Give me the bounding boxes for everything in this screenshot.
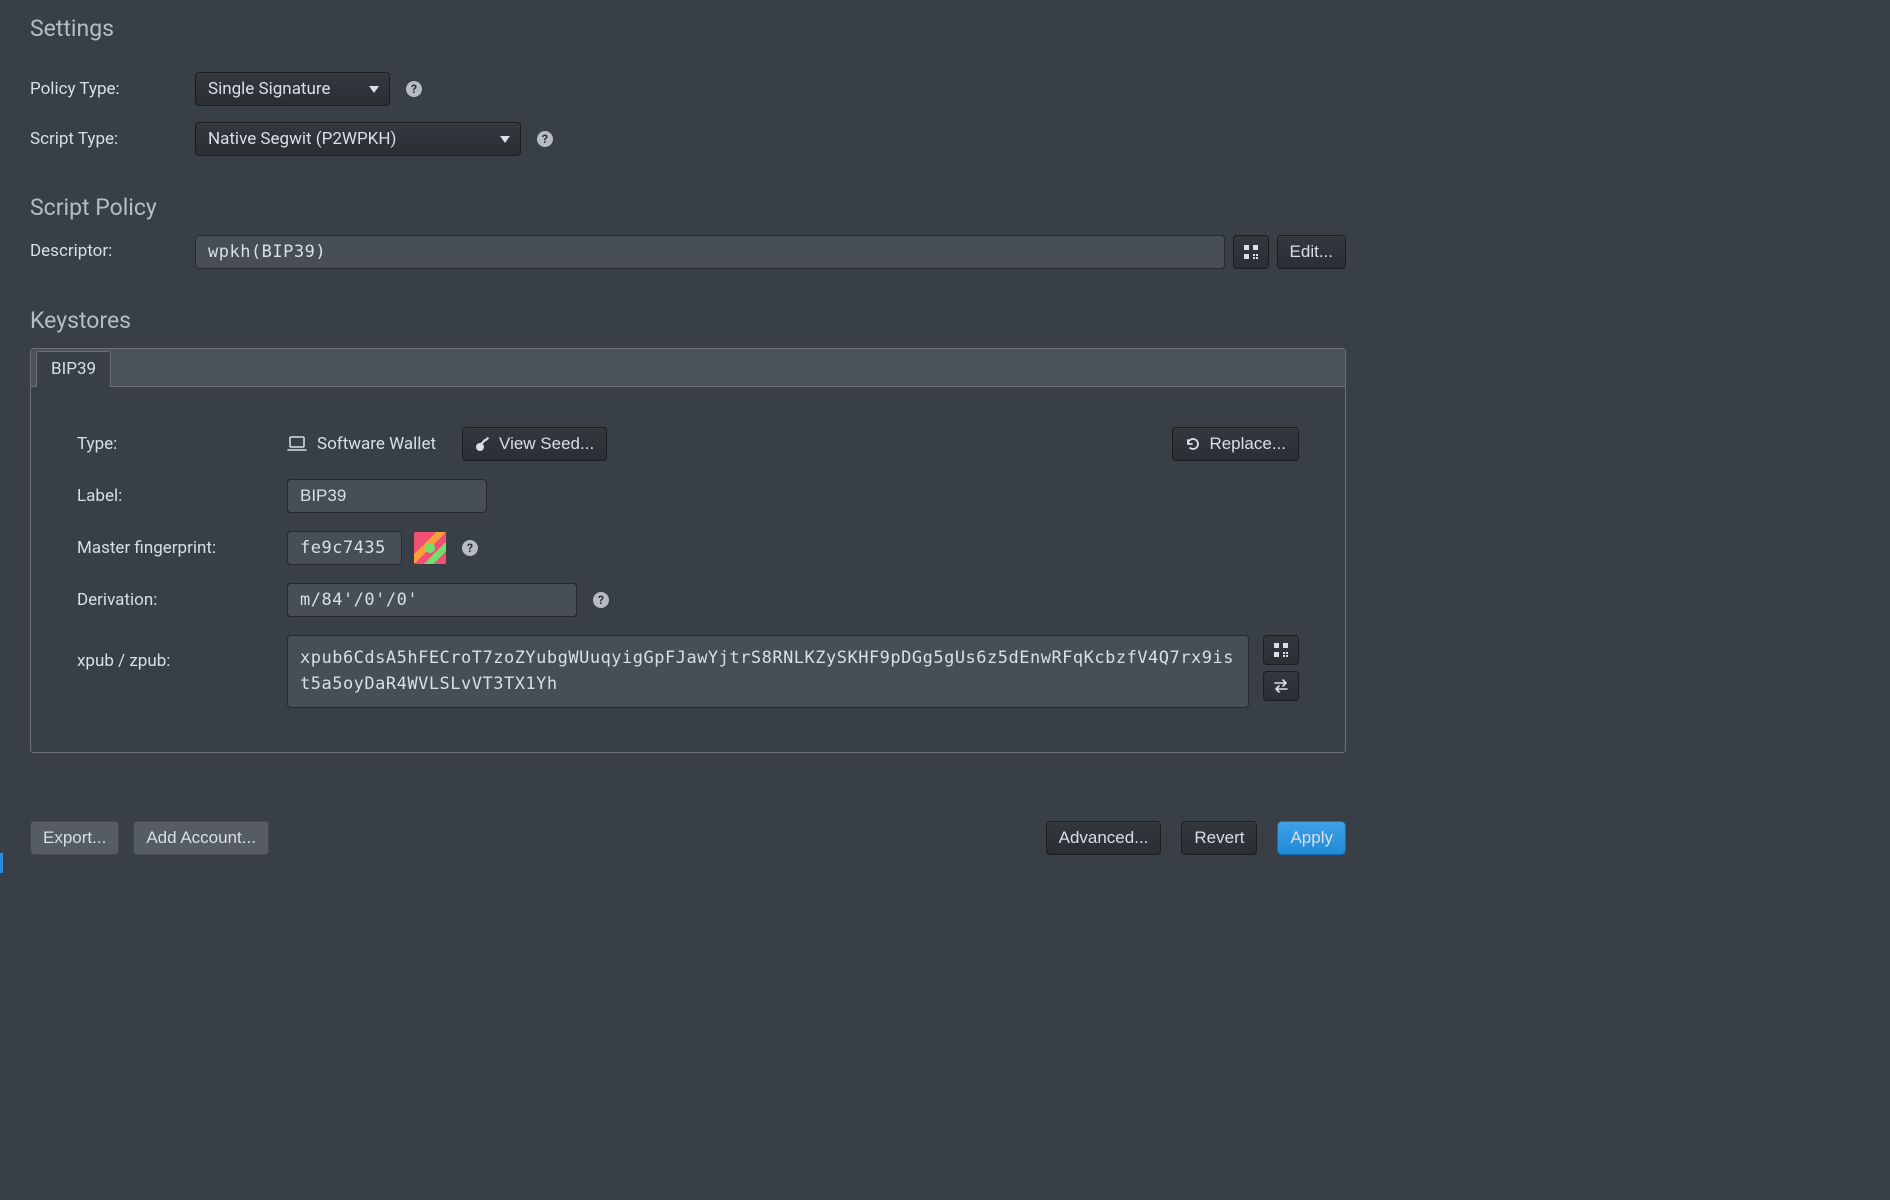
key-icon bbox=[475, 436, 491, 452]
derivation-help-icon[interactable]: ? bbox=[593, 592, 609, 608]
xpub-qr-button[interactable] bbox=[1263, 635, 1299, 665]
policy-type-label: Policy Type: bbox=[30, 79, 195, 99]
keystores-heading: Keystores bbox=[30, 307, 1346, 334]
policy-type-help-icon[interactable]: ? bbox=[406, 81, 422, 97]
fingerprint-help-icon[interactable]: ? bbox=[462, 540, 478, 556]
script-policy-heading: Script Policy bbox=[30, 194, 1346, 221]
keystore-label-input[interactable] bbox=[287, 479, 487, 513]
keystore-type-value: Software Wallet bbox=[317, 434, 436, 454]
script-type-help-icon[interactable]: ? bbox=[537, 131, 553, 147]
xpub-swap-button[interactable] bbox=[1263, 671, 1299, 701]
keystore-type-label: Type: bbox=[77, 434, 287, 454]
keystore-tab-bip39[interactable]: BIP39 bbox=[36, 351, 111, 387]
xpub-field[interactable]: xpub6CdsA5hFECroT7zoZYubgWUuqyigGpFJawYj… bbox=[287, 635, 1249, 708]
revert-button[interactable]: Revert bbox=[1181, 821, 1257, 855]
sidebar-accent bbox=[0, 853, 3, 873]
export-button[interactable]: Export... bbox=[30, 821, 119, 855]
view-seed-label: View Seed... bbox=[499, 434, 594, 454]
export-label: Export... bbox=[43, 828, 106, 848]
settings-heading: Settings bbox=[30, 15, 1346, 42]
replace-button[interactable]: Replace... bbox=[1172, 427, 1299, 461]
tab-label: BIP39 bbox=[51, 359, 96, 379]
fingerprint-label: Master fingerprint: bbox=[77, 538, 287, 558]
derivation-label: Derivation: bbox=[77, 590, 287, 610]
chevron-down-icon bbox=[500, 136, 510, 143]
chevron-down-icon bbox=[369, 86, 379, 93]
fingerprint-value: fe9c7435 bbox=[300, 538, 386, 558]
descriptor-edit-button[interactable]: Edit... bbox=[1277, 235, 1346, 269]
advanced-button[interactable]: Advanced... bbox=[1046, 821, 1162, 855]
script-type-value: Native Segwit (P2WPKH) bbox=[208, 129, 396, 149]
swap-icon bbox=[1273, 679, 1289, 693]
keystore-label-label: Label: bbox=[77, 486, 287, 506]
advanced-label: Advanced... bbox=[1059, 828, 1149, 848]
descriptor-qr-button[interactable] bbox=[1233, 235, 1269, 269]
policy-type-value: Single Signature bbox=[208, 79, 331, 99]
apply-label: Apply bbox=[1290, 828, 1333, 848]
keystores-tabwrap: BIP39 Type: Software Wallet View Seed... bbox=[30, 348, 1346, 753]
keystores-tabbar: BIP39 bbox=[31, 349, 1345, 387]
laptop-icon bbox=[287, 436, 307, 452]
add-account-label: Add Account... bbox=[146, 828, 256, 848]
add-account-button[interactable]: Add Account... bbox=[133, 821, 269, 855]
descriptor-value: wpkh(BIP39) bbox=[208, 242, 326, 262]
keystore-panel: Type: Software Wallet View Seed... Re bbox=[31, 387, 1345, 752]
descriptor-label: Descriptor: bbox=[30, 235, 195, 269]
qr-icon bbox=[1244, 245, 1258, 259]
revert-label: Revert bbox=[1194, 828, 1244, 848]
undo-icon bbox=[1185, 436, 1201, 452]
fingerprint-field[interactable]: fe9c7435 bbox=[287, 531, 402, 565]
descriptor-field[interactable]: wpkh(BIP39) bbox=[195, 235, 1225, 269]
qr-icon bbox=[1274, 643, 1288, 657]
view-seed-button[interactable]: View Seed... bbox=[462, 427, 607, 461]
fingerprint-identicon bbox=[414, 532, 446, 564]
edit-label: Edit... bbox=[1290, 242, 1333, 262]
replace-label: Replace... bbox=[1209, 434, 1286, 454]
xpub-value: xpub6CdsA5hFECroT7zoZYubgWUuqyigGpFJawYj… bbox=[300, 648, 1234, 694]
derivation-input[interactable] bbox=[287, 583, 577, 617]
script-type-label: Script Type: bbox=[30, 129, 195, 149]
script-type-select[interactable]: Native Segwit (P2WPKH) bbox=[195, 122, 521, 156]
policy-type-select[interactable]: Single Signature bbox=[195, 72, 390, 106]
xpub-label: xpub / zpub: bbox=[77, 635, 287, 671]
apply-button[interactable]: Apply bbox=[1277, 821, 1346, 855]
